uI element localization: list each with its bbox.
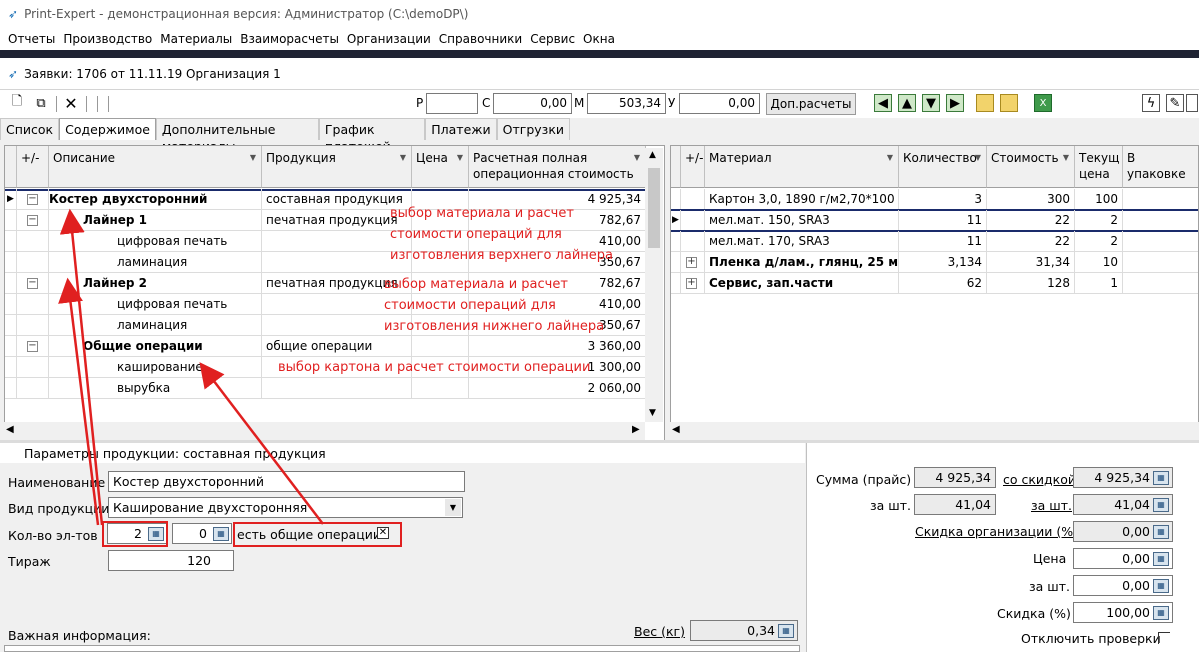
arrow-to-cardboard — [199, 362, 324, 525]
arrow-to-liner1 — [59, 208, 104, 526]
annotation-arrows — [58, 208, 324, 526]
arrow-to-liner2 — [58, 277, 100, 526]
